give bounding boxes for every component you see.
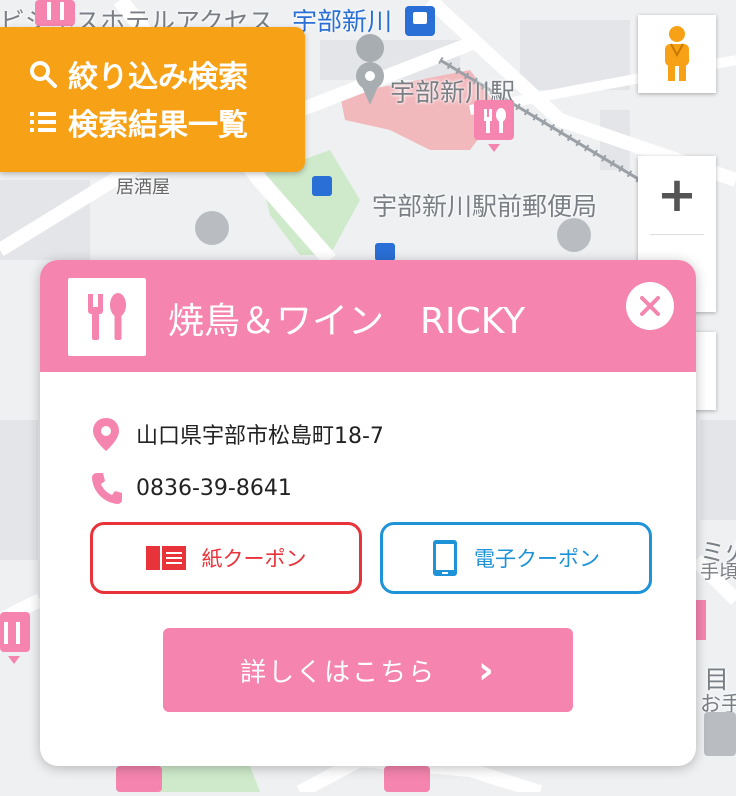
search-icon [30, 61, 57, 88]
restaurant-pin[interactable] [0, 612, 40, 664]
details-label: 詳しくはこちら [240, 657, 437, 688]
ticket-icon [145, 546, 186, 570]
restaurant-pin[interactable] [474, 100, 514, 152]
fork-knife-icon [88, 293, 126, 340]
paper-coupon-button[interactable]: 紙クーポン [90, 522, 362, 594]
shop-name: 焼鳥＆ワイン RICKY [168, 301, 526, 342]
pegman-icon [665, 26, 689, 81]
filter-panel: 絞り込み検索 検索結果一覧 [0, 27, 305, 172]
shop-info-card: 焼鳥＆ワイン RICKY 山口県宇部市松島町18-7 0836-39-8641 … [40, 260, 696, 766]
restaurant-pin[interactable] [696, 600, 706, 648]
restaurant-pin[interactable] [116, 766, 162, 792]
location-pin-icon [93, 418, 119, 451]
zoom-in-label: + [656, 167, 698, 223]
map-label-izakaya: 居酒屋 [116, 177, 170, 198]
map-label-right-2: 手頃 [700, 561, 736, 583]
filter-search-label: 絞り込み検索 [68, 60, 248, 95]
filter-search-button[interactable]: 絞り込み検索 [28, 54, 248, 95]
fork-knife-icon [474, 100, 514, 152]
close-button[interactable] [626, 282, 674, 330]
result-list-button[interactable]: 検索結果一覧 [28, 102, 248, 143]
address-row: 山口県宇部市松島町18-7 [90, 416, 384, 452]
paper-coupon-label: 紙クーポン [201, 547, 307, 571]
result-list-label: 検索結果一覧 [68, 108, 248, 143]
phone-row[interactable]: 0836-39-8641 [90, 470, 292, 506]
street-view-pegman-button[interactable] [638, 15, 716, 93]
map-label-station-top: 宇部新川 [292, 7, 393, 36]
restaurant-category-icon [68, 278, 146, 356]
list-icon [30, 112, 56, 132]
close-icon [640, 296, 660, 316]
address-text: 山口県宇部市松島町18-7 [136, 424, 384, 449]
card-header: 焼鳥＆ワイン RICKY [40, 260, 696, 372]
map-label-post-office: 宇部新川駅前郵便局 [372, 192, 598, 221]
zoom-in-button[interactable]: + [638, 156, 716, 234]
digital-coupon-label: 電子クーポン [474, 547, 600, 571]
restaurant-pin[interactable] [384, 766, 430, 792]
phone-icon [92, 473, 122, 504]
chevron-right-icon: › [478, 648, 496, 692]
details-button[interactable]: 詳しくはこちら › [163, 628, 573, 712]
digital-coupon-button[interactable]: 電子クーポン [380, 522, 652, 594]
phone-text: 0836-39-8641 [136, 475, 292, 501]
smartphone-icon [433, 540, 457, 576]
restaurant-pin[interactable] [704, 712, 736, 760]
